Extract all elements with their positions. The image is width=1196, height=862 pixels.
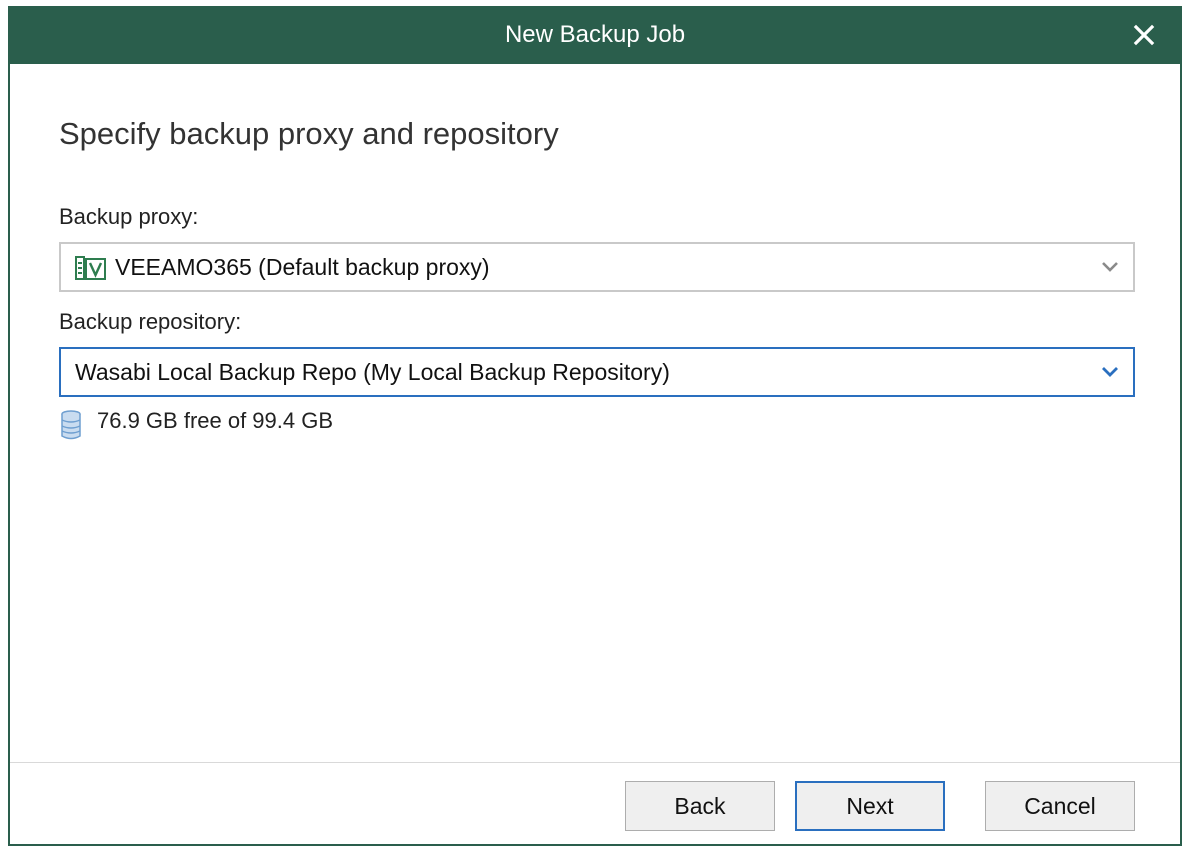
footer-divider (10, 762, 1180, 763)
backup-repository-label: Backup repository: (59, 309, 242, 334)
chevron-down-icon (1102, 262, 1118, 272)
veeam-server-icon (75, 256, 106, 280)
back-button[interactable]: Back (625, 781, 775, 831)
backup-proxy-label: Backup proxy: (59, 204, 199, 229)
close-button[interactable] (1130, 21, 1158, 49)
database-icon (61, 410, 81, 440)
backup-proxy-value: VEEAMO365 (Default backup proxy) (115, 254, 490, 280)
title-bar: New Backup Job (10, 8, 1180, 64)
repository-free-space: 76.9 GB free of 99.4 GB (97, 408, 334, 433)
backup-repository-dropdown[interactable]: Wasabi Local Backup Repo (My Local Backu… (59, 347, 1135, 397)
backup-proxy-dropdown[interactable]: VEEAMO365 (Default backup proxy) (59, 242, 1135, 292)
cancel-button[interactable]: Cancel (985, 781, 1135, 831)
backup-repository-value: Wasabi Local Backup Repo (My Local Backu… (75, 359, 670, 385)
next-button[interactable]: Next (795, 781, 945, 831)
dialog-title: New Backup Job (504, 21, 686, 48)
close-icon (1133, 24, 1155, 46)
new-backup-job-dialog: New Backup Job Specify backup proxy and … (8, 6, 1182, 846)
page-heading: Specify backup proxy and repository (59, 116, 559, 151)
chevron-down-icon (1102, 367, 1118, 377)
